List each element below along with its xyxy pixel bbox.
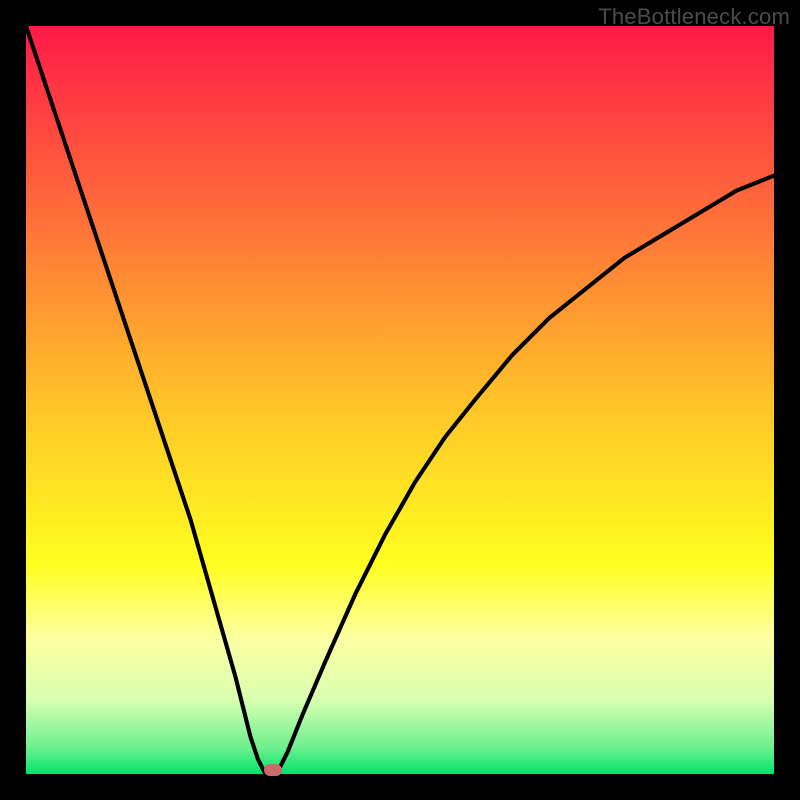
bottleneck-chart xyxy=(26,26,774,774)
chart-background xyxy=(26,26,774,774)
watermark-text: TheBottleneck.com xyxy=(598,4,790,30)
chart-frame: TheBottleneck.com xyxy=(0,0,800,800)
optimal-point-marker xyxy=(264,764,282,776)
